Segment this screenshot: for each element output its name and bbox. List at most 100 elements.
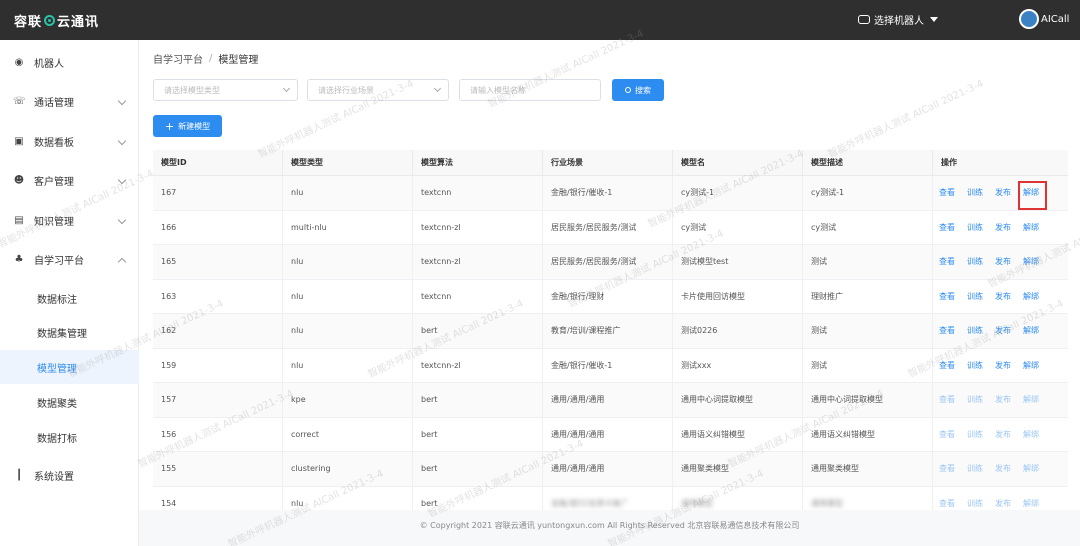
train-button[interactable]: 训练 <box>967 418 983 452</box>
learning-icon: ♣ <box>14 253 24 265</box>
chevron-down-icon <box>282 84 291 93</box>
search-icon <box>625 87 631 93</box>
sidebar-item-system-settings[interactable]: ┃ 系统设置 <box>0 458 139 492</box>
sidebar-subitem-label: 模型管理 <box>37 363 77 375</box>
cell-model-id: 165 <box>153 245 283 279</box>
cell-model-id: 162 <box>153 314 283 348</box>
view-button[interactable]: 查看 <box>939 418 955 452</box>
model-name-input[interactable]: 请输入模型名称 <box>459 79 601 101</box>
unbind-button[interactable]: 解绑 <box>1023 280 1039 314</box>
table-row: 167 nlu textcnn 金融/银行/催收-1 cy测试-1 cy测试-1 查看 训练发… <box>153 176 1068 211</box>
unbind-button[interactable]: 解绑 <box>1023 452 1039 486</box>
unbind-button[interactable]: 解绑 <box>1023 349 1039 383</box>
cell-model-algorithm: textcnn-zl <box>413 245 543 279</box>
publish-button[interactable]: 发布 <box>995 280 1011 314</box>
new-model-button-label: 新建模型 <box>178 121 211 131</box>
view-button[interactable]: 查看 <box>939 487 955 511</box>
book-icon: ▤ <box>14 214 24 226</box>
train-button[interactable]: 训练 <box>967 383 983 417</box>
cell-model-type: clustering <box>283 452 413 486</box>
search-button[interactable]: 搜索 <box>612 79 664 101</box>
publish-button[interactable]: 发布 <box>995 211 1011 245</box>
cell-model-algorithm: textcnn-zl <box>413 210 543 245</box>
unbind-button[interactable]: 解绑 <box>1023 383 1039 417</box>
unbind-button[interactable]: 解绑 <box>1023 487 1039 511</box>
publish-button[interactable]: 发布 <box>995 349 1011 383</box>
view-button[interactable]: 查看 <box>939 176 955 210</box>
sidebar-subitem-data-annotation[interactable]: 数据标注 <box>0 281 139 315</box>
sidebar-subitem-dataset-management[interactable]: 数据集管理 <box>0 315 139 349</box>
unbind-button[interactable]: 解绑 <box>1023 314 1039 348</box>
view-button[interactable]: 查看 <box>939 383 955 417</box>
table-row: 155 clustering bert 通用/通用/通用 通用聚类模型 通用聚类模型 查看训… <box>153 452 1068 487</box>
cell-industry-scene: 通用/通用/通用 <box>543 452 673 486</box>
sidebar-item-customers[interactable]: ☻ 客户管理 <box>0 163 139 197</box>
logo[interactable]: 容联 云通讯 <box>14 11 99 30</box>
breadcrumb-parent[interactable]: 自学习平台 <box>153 51 203 66</box>
header-industry-scene: 行业场景 <box>543 150 673 176</box>
sidebar-item-robot[interactable]: ◉ 机器人 <box>0 45 139 79</box>
sidebar-subitem-label: 数据打标 <box>37 433 77 445</box>
view-button[interactable]: 查看 <box>939 280 955 314</box>
publish-button[interactable]: 发布 <box>995 383 1011 417</box>
table-row: 162 nlu bert 教育/培训/课程推广 测试0226 测试 查看 训练 发布 解绑 <box>153 314 1068 349</box>
cell-model-name: 卡片使用回访模型 <box>673 279 803 314</box>
publish-button[interactable]: 发布 <box>995 452 1011 486</box>
industry-scene-select[interactable]: 请选择行业场景 <box>307 79 449 101</box>
table-row: 156 correct bert 通用/通用/通用 通用语义纠错模型 通用语义纠错模型 查看… <box>153 417 1068 452</box>
view-button[interactable]: 查看 <box>939 211 955 245</box>
cell-industry-scene: 金融/银行/催收-1 <box>543 348 673 383</box>
sidebar-subitem-data-clustering[interactable]: 数据聚类 <box>0 385 139 419</box>
sidebar-item-learning-platform[interactable]: ♣ 自学习平台 <box>0 242 139 276</box>
header-model-id: 模型ID <box>153 150 283 176</box>
user-menu[interactable]: AICall <box>1019 9 1069 29</box>
publish-button[interactable]: 发布 <box>995 245 1011 279</box>
cell-model-description: 通用聚类模型 <box>803 452 933 486</box>
sidebar-item-label: 数据看板 <box>34 137 74 149</box>
model-type-select[interactable]: 请选择模型类型 <box>153 79 298 101</box>
new-model-button[interactable]: + 新建模型 <box>153 115 222 137</box>
publish-button[interactable]: 发布 <box>995 314 1011 348</box>
sidebar-item-label: 通话管理 <box>34 97 74 109</box>
cell-model-id: 159 <box>153 348 283 383</box>
train-button[interactable]: 训练 <box>967 349 983 383</box>
publish-button[interactable]: 发布 <box>995 176 1011 210</box>
publish-button[interactable]: 发布 <box>995 418 1011 452</box>
footer-copyright: © Copyright 2021 容联云通讯 yuntongxun.com Al… <box>419 521 800 530</box>
unbind-button[interactable]: 解绑 <box>1023 211 1039 245</box>
table-row: 157 kpe bert 通用/通用/通用 通用中心词提取模型 通用中心词提取模型 查看 训练… <box>153 383 1068 418</box>
sidebar-subitem-data-labeling[interactable]: 数据打标 <box>0 420 139 454</box>
sidebar-item-knowledge[interactable]: ▤ 知识管理 <box>0 203 139 237</box>
cell-industry-scene: 金融/银行/信用卡推广 <box>543 486 673 510</box>
industry-scene-placeholder: 请选择行业场景 <box>318 85 374 95</box>
sidebar-item-call-management[interactable]: ☏ 通话管理 <box>0 84 139 118</box>
train-button[interactable]: 训练 <box>967 280 983 314</box>
view-button[interactable]: 查看 <box>939 349 955 383</box>
cell-model-algorithm: bert <box>413 383 543 417</box>
top-bar: 容联 云通讯 选择机器人 AICall <box>0 0 1080 40</box>
model-table: 模型ID 模型类型 模型算法 行业场景 模型名 模型描述 操作 167 nlu te… <box>153 150 1068 510</box>
train-button[interactable]: 训练 <box>967 452 983 486</box>
header-actions: 操作 <box>941 158 957 167</box>
unbind-button[interactable]: 解绑 <box>1023 418 1039 452</box>
publish-button[interactable]: 发布 <box>995 487 1011 511</box>
unbind-button[interactable]: 解绑 <box>1023 245 1039 279</box>
cell-model-algorithm: bert <box>413 417 543 452</box>
view-button[interactable]: 查看 <box>939 314 955 348</box>
sidebar-subitem-label: 数据集管理 <box>37 328 87 340</box>
train-button[interactable]: 训练 <box>967 487 983 511</box>
train-button[interactable]: 训练 <box>967 314 983 348</box>
sidebar-subitem-model-management[interactable]: 模型管理 <box>0 350 139 384</box>
view-button[interactable]: 查看 <box>939 452 955 486</box>
robot-select-dropdown[interactable]: 选择机器人 <box>858 12 938 27</box>
train-button[interactable]: 训练 <box>967 211 983 245</box>
train-button[interactable]: 训练 <box>967 245 983 279</box>
train-button[interactable]: 训练 <box>967 176 983 210</box>
cell-model-name: 通用模型 <box>673 486 803 510</box>
sidebar-item-dashboard[interactable]: ▣ 数据看板 <box>0 124 139 158</box>
view-button[interactable]: 查看 <box>939 245 955 279</box>
chart-icon: ▣ <box>14 135 24 147</box>
cell-model-type: nlu <box>283 279 413 314</box>
cell-model-type: nlu <box>283 348 413 383</box>
header-model-type: 模型类型 <box>283 150 413 176</box>
